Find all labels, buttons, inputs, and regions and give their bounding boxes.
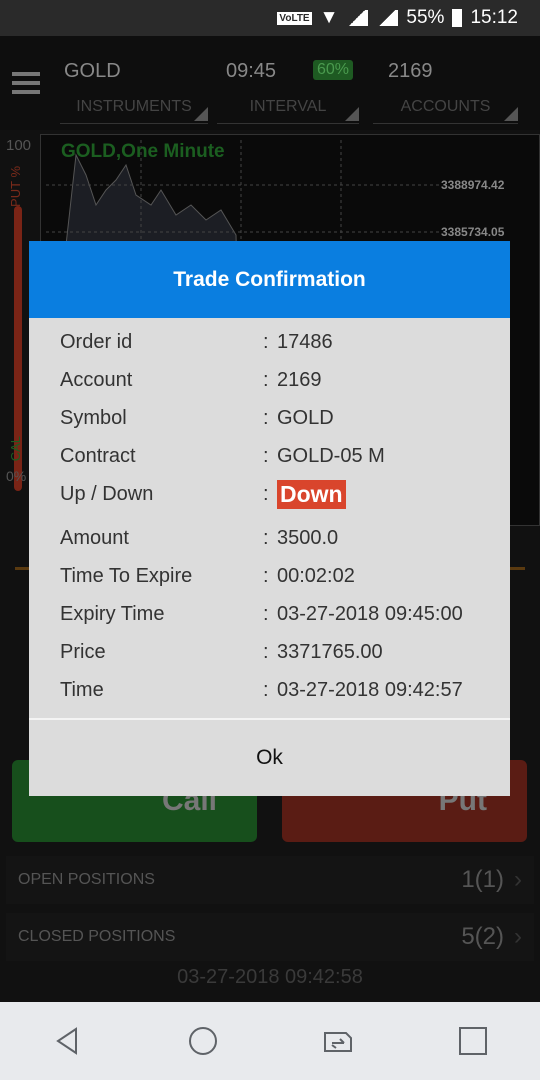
dialog-row: Up / Down: Down <box>60 479 500 509</box>
dialog-row: Symbol: GOLD <box>60 403 500 433</box>
closed-positions-label: CLOSED POSITIONS <box>18 928 176 945</box>
chevron-right-icon: › <box>514 866 522 893</box>
row-label: Up / Down <box>60 482 154 505</box>
header: GOLD INSTRUMENTS 09:45 60% INTERVAL 2169… <box>0 36 540 130</box>
accounts-dropdown[interactable]: ACCOUNTS <box>373 98 518 124</box>
row-value: GOLD <box>277 406 334 429</box>
y-tick: 3388974.42 <box>441 178 505 192</box>
row-label: Contract <box>60 444 136 467</box>
recents-icon[interactable] <box>457 1025 489 1057</box>
clock: 15:12 <box>470 7 518 28</box>
battery-icon <box>452 9 463 27</box>
volte-icon: VoLTE <box>277 11 312 25</box>
row-value: 03-27-2018 09:45:00 <box>277 602 463 625</box>
put-gauge-label: PUT % <box>8 166 23 207</box>
account-value: 2169 <box>388 60 433 82</box>
dialog-row: Time:03-27-2018 09:42:57 <box>60 675 500 705</box>
chevron-right-icon: › <box>514 923 522 950</box>
interval-dropdown[interactable]: INTERVAL <box>217 98 359 124</box>
row-separator: : <box>263 406 269 429</box>
menu-icon[interactable] <box>12 72 40 94</box>
row-value: 2169 <box>277 368 322 391</box>
row-separator: : <box>263 678 269 701</box>
dialog-title: Trade Confirmation <box>29 241 510 318</box>
instrument-value: GOLD <box>64 60 121 82</box>
dialog-row: Expiry Time:03-27-2018 09:45:00 <box>60 599 500 629</box>
row-separator: : <box>263 640 269 663</box>
dropdown-icon <box>194 107 208 121</box>
row-separator: : <box>263 482 269 505</box>
interval-value: 09:45 <box>226 60 277 82</box>
row-separator: : <box>263 444 269 467</box>
row-separator: : <box>263 564 269 587</box>
dialog-row: Contract: GOLD-05 M <box>60 441 500 471</box>
row-value: 03-27-2018 09:42:57 <box>277 678 463 701</box>
row-label: Order id <box>60 330 133 353</box>
row-value: 3371765.00 <box>277 640 383 663</box>
interval-label: INTERVAL <box>249 98 327 115</box>
chart-title: GOLD,One Minute <box>61 141 225 162</box>
switch-sim-icon[interactable] <box>322 1025 354 1057</box>
row-label: Price <box>60 640 106 663</box>
accounts-label: ACCOUNTS <box>400 98 491 115</box>
closed-positions-row[interactable]: CLOSED POSITIONS 5(2) › <box>6 913 534 961</box>
dialog-row: Price:3371765.00 <box>60 637 500 667</box>
row-label: Amount <box>60 526 129 549</box>
status-bar: VoLTE ▼ 55% 15:12 <box>0 0 540 36</box>
battery-percent: 55% <box>406 7 445 28</box>
server-time: 03-27-2018 09:42:58 <box>177 966 363 988</box>
dialog-row: Time To Expire:00:02:02 <box>60 561 500 591</box>
payout-badge: 60% <box>313 60 354 80</box>
row-label: Time <box>60 678 104 701</box>
row-separator: : <box>263 602 269 625</box>
wifi-icon: ▼ <box>319 7 339 28</box>
row-value: 3500.0 <box>277 526 339 549</box>
row-label: Expiry Time <box>60 602 165 625</box>
dialog-row: Account:2169 <box>60 365 500 395</box>
navigation-bar <box>0 1002 540 1080</box>
gauge-top: 100 <box>6 137 32 154</box>
closed-positions-count: 5(2) <box>461 923 504 950</box>
dialog-row: Order id:17486 <box>60 327 500 357</box>
row-label: Time To Expire <box>60 564 193 587</box>
ok-button[interactable]: Ok <box>29 720 510 796</box>
row-separator: : <box>263 368 269 391</box>
row-label: Symbol <box>60 406 127 429</box>
row-separator: : <box>263 526 269 549</box>
back-icon[interactable] <box>52 1025 84 1057</box>
call-gauge-label: CAL <box>8 436 23 462</box>
row-label: Account <box>60 368 133 391</box>
trade-confirmation-dialog: Trade Confirmation Order id:17486 Account… <box>29 241 510 796</box>
row-separator: : <box>263 330 269 353</box>
open-positions-count: 1(1) <box>461 866 504 893</box>
signal-icon-2 <box>376 10 399 26</box>
row-value: Down <box>277 479 346 509</box>
open-positions-label: OPEN POSITIONS <box>18 871 155 888</box>
dialog-row: Amount:3500.0 <box>60 523 500 553</box>
row-value: 00:02:02 <box>277 564 355 587</box>
dropdown-icon <box>345 107 359 121</box>
signal-icon <box>346 10 369 26</box>
dropdown-icon <box>504 107 518 121</box>
open-positions-row[interactable]: OPEN POSITIONS 1(1) › <box>6 856 534 904</box>
home-icon[interactable] <box>187 1025 219 1057</box>
gauge-bottom: 0% <box>6 468 27 484</box>
instruments-dropdown[interactable]: INSTRUMENTS <box>60 98 208 124</box>
y-tick: 3385734.05 <box>441 225 505 239</box>
row-value: GOLD-05 M <box>277 444 385 467</box>
instruments-label: INSTRUMENTS <box>76 98 192 115</box>
row-value: 17486 <box>277 330 333 353</box>
